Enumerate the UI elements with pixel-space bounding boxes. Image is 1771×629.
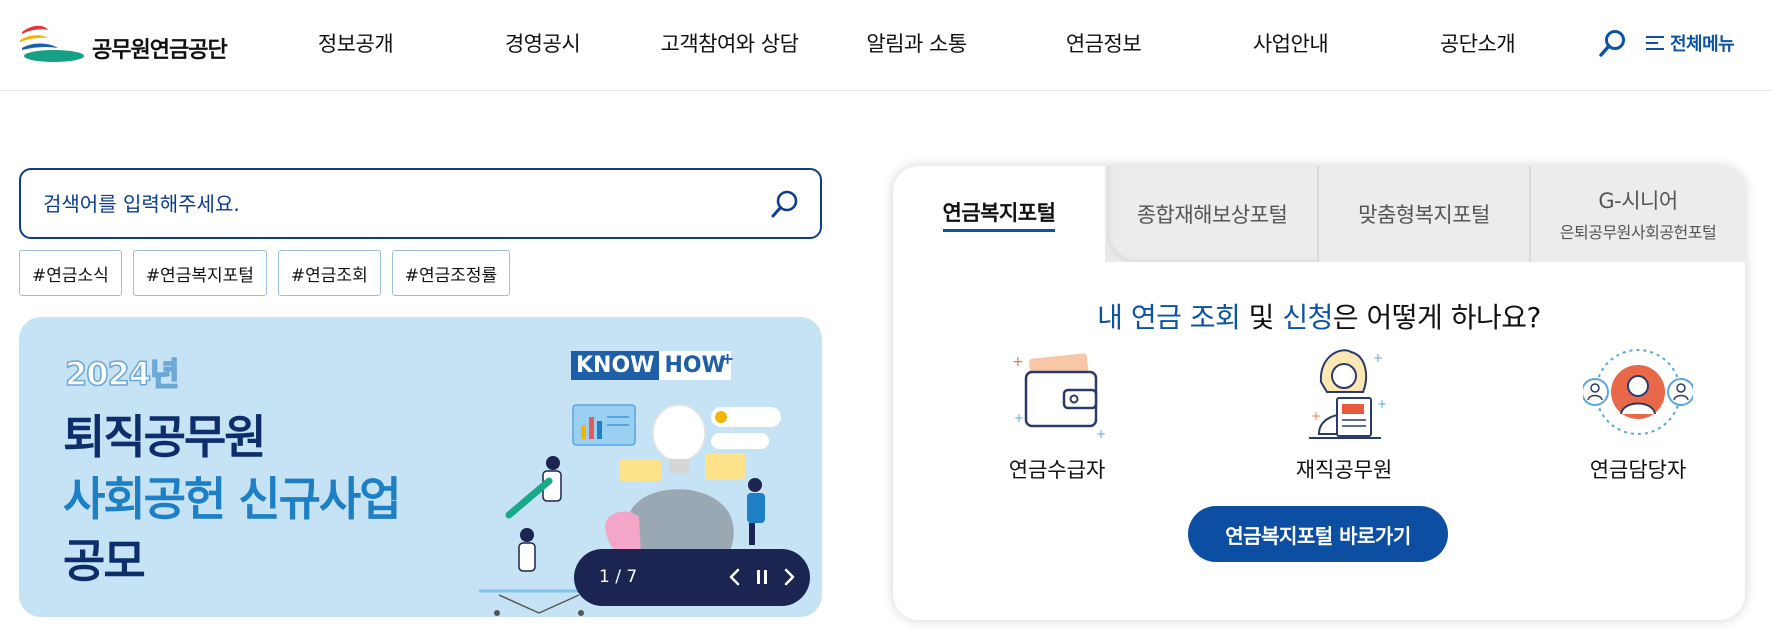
main-navigation: 정보공개 경영공시 고객참여와 상담 알림과 소통 연금정보 사업안내 공단소개 [262,28,1571,58]
question-highlight-1: 내 연금 조회 [1097,301,1241,334]
knowhow-badge-know: KNOW [571,351,660,380]
svg-text:+: + [1311,409,1321,423]
logo-icon [20,25,84,62]
svg-text:+: + [1012,354,1024,370]
portal-panel: 연금복지포털 종합재해보상포털 맞춤형복지포털 G-시니어 은퇴공무원사회공헌포… [893,166,1745,620]
search-submit-icon[interactable] [768,188,800,220]
question-text-2: 및 [1240,301,1283,334]
portal-question: 내 연금 조회 및 신청은 어떻게 하나요? [893,296,1745,336]
manager-icon [1581,349,1695,435]
banner-title-line1: 퇴직공무원 [63,410,267,464]
nav-about[interactable]: 공단소개 [1384,28,1571,58]
tag-pension-news[interactable]: #연금소식 [19,250,122,296]
svg-text:+: + [1014,411,1024,425]
menu-icon [1646,36,1664,50]
nav-customer-participation[interactable]: 고객참여와 상담 [636,28,823,58]
nav-management-disclosure[interactable]: 경영공시 [449,28,636,58]
knowhow-badge-plus: + [720,349,735,368]
choice-pension-officer[interactable]: 연금담당자 [1558,342,1718,484]
search-box [19,168,822,239]
svg-text:+: + [1373,351,1383,365]
svg-text:+: + [1377,397,1387,411]
banner-year: 2024년 [64,354,180,394]
logo-text: 공무원연금공단 [92,38,228,63]
tab-label: G-시니어 [1598,189,1678,213]
choice-active-official[interactable]: + + + 재직공무원 [1264,342,1424,484]
choice-label: 재직공무원 [1295,458,1393,482]
go-welfare-portal-button[interactable]: 연금복지포털 바로가기 [1188,506,1448,562]
pause-icon[interactable] [749,563,775,591]
employee-icon: + + + [1309,349,1387,439]
choice-label: 연금담당자 [1589,458,1687,482]
banner-pager: 1 / 7 [574,549,810,606]
wallet-icon: + + + [1012,353,1106,441]
chevron-right-icon[interactable] [776,563,802,591]
choice-label: 연금수급자 [1008,458,1106,482]
question-text-4: 은 어떻게 하나요? [1332,301,1541,334]
tag-welfare-portal[interactable]: #연금복지포털 [132,250,267,296]
tab-disaster-compensation-portal[interactable]: 종합재해보상포털 [1107,166,1317,262]
nav-notice-communication[interactable]: 알림과 소통 [823,28,1010,58]
tag-adjustment-rate[interactable]: #연금조정률 [391,250,511,296]
nav-pension-info[interactable]: 연금정보 [1010,28,1197,58]
search-icon[interactable] [1598,28,1628,58]
all-menu-label: 전체메뉴 [1670,34,1735,55]
site-header: 공무원연금공단 정보공개 경영공시 고객참여와 상담 알림과 소통 연금정보 사… [0,0,1771,91]
tab-g-senior[interactable]: G-시니어 은퇴공무원사회공헌포털 [1531,166,1745,262]
tab-label: 종합재해보상포털 [1136,203,1288,227]
tab-sublabel: 은퇴공무원사회공헌포털 [1559,223,1717,242]
tag-pension-inquiry[interactable]: #연금조회 [277,250,381,296]
banner-title-line3: 공모 [63,534,146,588]
pager-count: 1 / 7 [599,567,638,587]
all-menu-button[interactable]: 전체메뉴 [1646,30,1735,56]
nav-info-disclosure[interactable]: 정보공개 [262,28,449,58]
tab-pension-welfare-portal[interactable]: 연금복지포털 [893,166,1105,262]
tab-label: 맞춤형복지포털 [1358,203,1490,227]
logo[interactable]: 공무원연금공단 [18,22,228,64]
portal-tabs: 연금복지포털 종합재해보상포털 맞춤형복지포털 G-시니어 은퇴공무원사회공헌포… [893,166,1745,262]
question-highlight-2: 신청 [1282,301,1333,334]
search-input[interactable] [43,170,743,237]
banner-title-line2: 사회공헌 신규사업 [63,472,402,526]
chevron-left-icon[interactable] [722,563,748,591]
tab-label: 연금복지포털 [942,197,1056,232]
knowhow-badge: KNOW HOW + [571,349,735,380]
main-banner[interactable]: 2024년 퇴직공무원 사회공헌 신규사업 공모 KNOW HOW + 1 / … [19,317,822,617]
choice-pension-recipient[interactable]: + + + 연금수급자 [977,342,1137,484]
popular-tags: #연금소식 #연금복지포털 #연금조회 #연금조정률 [19,250,511,296]
tab-custom-welfare-portal[interactable]: 맞춤형복지포털 [1319,166,1529,262]
svg-text:+: + [1096,427,1106,441]
nav-business-guide[interactable]: 사업안내 [1197,28,1384,58]
